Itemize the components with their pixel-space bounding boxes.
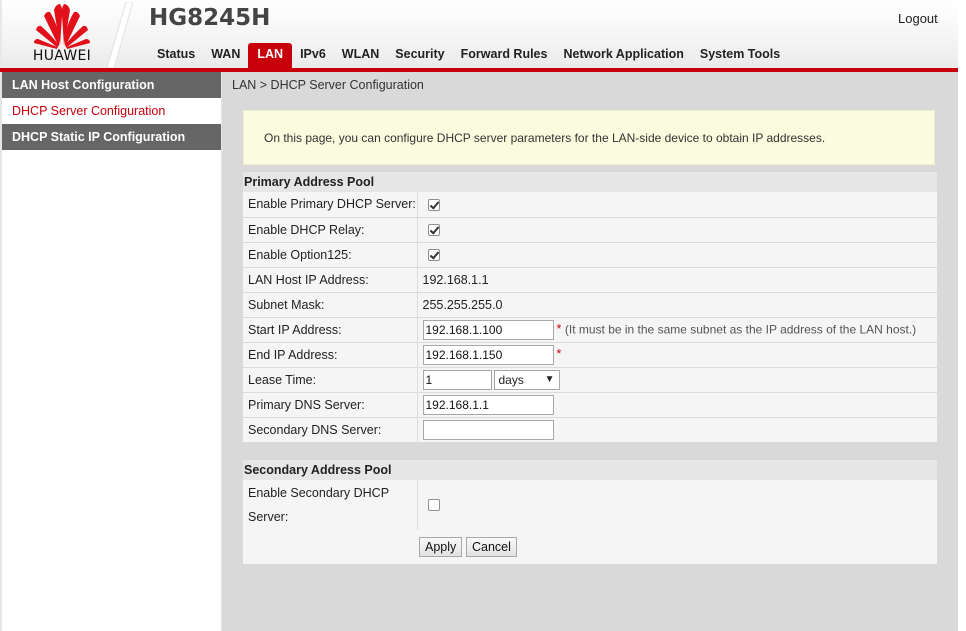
table-row: Enable DHCP Relay: [243, 217, 937, 243]
huawei-logo: HUAWEI [14, 2, 110, 66]
breadcrumb: LAN > DHCP Server Configuration [232, 78, 424, 92]
enable-secondary-dhcp-label-line1: Enable Secondary DHCP [248, 485, 390, 500]
table-row: Enable Secondary DHCP Server: [243, 480, 937, 531]
logout-link[interactable]: Logout [898, 11, 938, 26]
subnet-mask-value: 255.255.255.0 [417, 292, 937, 318]
primary-pool-table: Enable Primary DHCP Server: Enable DHCP … [243, 192, 937, 443]
lease-unit-select[interactable]: days ▼ [493, 369, 560, 390]
nav-network-application[interactable]: Network Application [555, 43, 691, 68]
sidebar-item-dhcp-server-configuration[interactable]: DHCP Server Configuration [2, 98, 221, 124]
main-nav: Status WAN LAN IPv6 WLAN Security Forwar… [149, 43, 788, 68]
info-box: On this page, you can configure DHCP ser… [243, 110, 935, 165]
table-row: Start IP Address: * (It must be in the s… [243, 317, 937, 343]
table-row: Secondary DNS Server: [243, 417, 937, 443]
required-mark: * [556, 321, 562, 336]
nav-wlan[interactable]: WLAN [334, 43, 388, 68]
main-content: LAN > DHCP Server Configuration On this … [222, 72, 958, 631]
lan-host-ip-label: LAN Host IP Address: [243, 267, 418, 293]
start-ip-input[interactable] [422, 319, 554, 340]
enable-primary-dhcp-checkbox[interactable] [427, 198, 440, 211]
enable-secondary-dhcp-label: Enable Secondary DHCP Server: [243, 480, 418, 531]
table-row: End IP Address: * [243, 342, 937, 368]
end-ip-label: End IP Address: [243, 342, 418, 368]
top-header: HUAWEI HG8245H Logout Status WAN LAN IPv… [0, 0, 958, 72]
enable-secondary-dhcp-label-line2: Server: [248, 509, 289, 524]
nav-security[interactable]: Security [387, 43, 452, 68]
lease-time-label: Lease Time: [243, 367, 418, 393]
start-ip-label: Start IP Address: [243, 317, 418, 343]
lease-time-input[interactable] [422, 369, 492, 390]
button-row: Apply Cancel [243, 530, 937, 564]
enable-option125-checkbox[interactable] [427, 249, 440, 262]
secondary-dns-input[interactable] [422, 419, 554, 440]
sidebar-item-dhcp-static-ip-configuration[interactable]: DHCP Static IP Configuration [2, 124, 221, 150]
primary-dns-input[interactable] [422, 394, 554, 415]
required-mark: * [556, 346, 562, 361]
header-divider [107, 2, 133, 68]
sidebar: LAN Host Configuration DHCP Server Confi… [0, 72, 222, 631]
table-row: LAN Host IP Address: 192.168.1.1 [243, 267, 937, 293]
secondary-pool-table: Enable Secondary DHCP Server: [243, 480, 937, 531]
nav-lan[interactable]: LAN [248, 43, 293, 68]
table-row: Enable Option125: [243, 242, 937, 268]
table-row: Enable Primary DHCP Server: [243, 192, 937, 218]
lease-unit-value: days [498, 372, 524, 387]
table-row: Subnet Mask: 255.255.255.0 [243, 292, 937, 318]
sidebar-item-lan-host-configuration[interactable]: LAN Host Configuration [2, 72, 221, 98]
nav-system-tools[interactable]: System Tools [692, 43, 788, 68]
apply-button[interactable]: Apply [419, 537, 463, 557]
start-ip-hint: (It must be in the same subnet as the IP… [564, 321, 917, 336]
secondary-dns-label: Secondary DNS Server: [243, 417, 418, 443]
enable-dhcp-relay-label: Enable DHCP Relay: [243, 217, 418, 243]
device-model-title: HG8245H [149, 5, 271, 31]
end-ip-input[interactable] [422, 344, 554, 365]
enable-dhcp-relay-checkbox[interactable] [427, 224, 440, 237]
cancel-button[interactable]: Cancel [466, 537, 517, 557]
enable-primary-dhcp-label: Enable Primary DHCP Server: [243, 192, 418, 218]
enable-option125-label: Enable Option125: [243, 242, 418, 268]
enable-secondary-dhcp-checkbox[interactable] [427, 499, 440, 512]
nav-wan[interactable]: WAN [203, 43, 248, 68]
dropdown-arrow-icon: ▼ [544, 373, 555, 385]
subnet-mask-label: Subnet Mask: [243, 292, 418, 318]
table-row: Primary DNS Server: [243, 392, 937, 418]
primary-pool-title: Primary Address Pool [243, 172, 937, 192]
brand-name: HUAWEI [32, 48, 92, 64]
nav-ipv6[interactable]: IPv6 [292, 43, 334, 68]
table-row: Lease Time: days ▼ [243, 367, 937, 393]
secondary-pool-title: Secondary Address Pool [243, 460, 937, 480]
lan-host-ip-value: 192.168.1.1 [417, 267, 937, 293]
nav-forward-rules[interactable]: Forward Rules [453, 43, 556, 68]
huawei-petals-icon [34, 4, 90, 49]
info-text: On this page, you can configure DHCP ser… [264, 131, 826, 145]
primary-dns-label: Primary DNS Server: [243, 392, 418, 418]
nav-status[interactable]: Status [149, 43, 203, 68]
